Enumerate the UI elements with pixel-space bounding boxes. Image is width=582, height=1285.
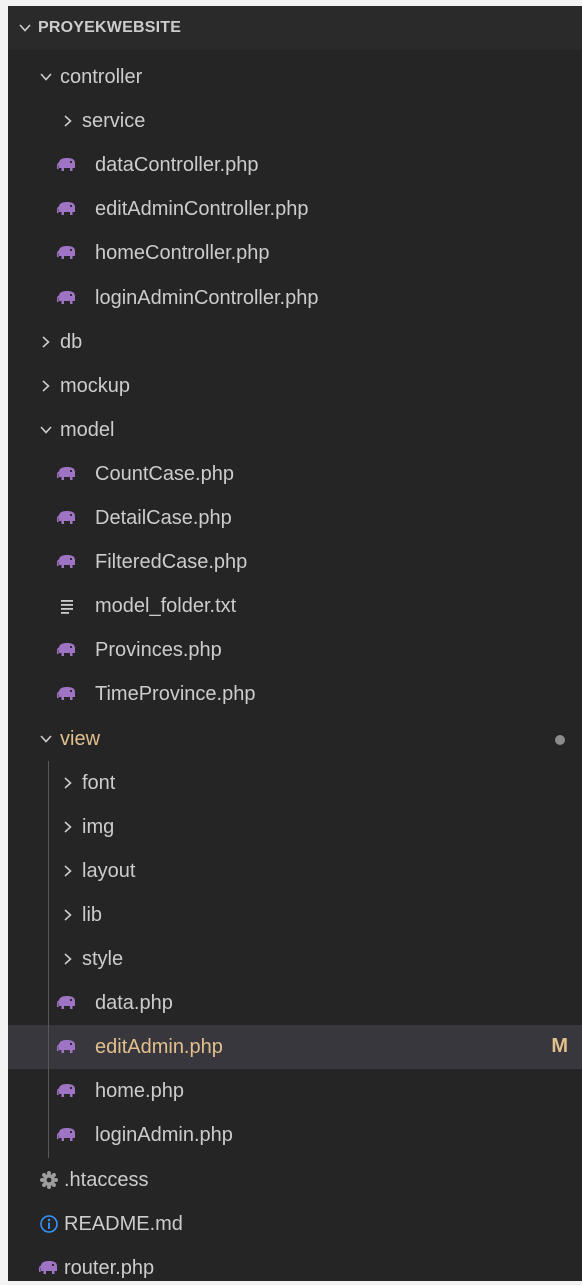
file-label: dataController.php bbox=[95, 154, 259, 176]
folder-item-style[interactable]: style bbox=[8, 937, 582, 981]
folder-item-mockup[interactable]: mockup bbox=[8, 364, 582, 408]
folder-label: db bbox=[60, 331, 83, 353]
file-item[interactable]: homeController.php bbox=[8, 231, 582, 275]
chevron-right-icon bbox=[64, 821, 72, 833]
elephant-icon bbox=[56, 1084, 75, 1097]
file-label: home.php bbox=[95, 1080, 184, 1102]
folder-item-service[interactable]: service bbox=[8, 99, 582, 143]
folder-item-lib[interactable]: lib bbox=[8, 893, 582, 937]
folder-label: service bbox=[82, 110, 146, 132]
elephant-icon bbox=[56, 555, 75, 568]
folder-item-img[interactable]: img bbox=[8, 805, 582, 849]
explorer-root-header[interactable]: PROYEKWEBSITE bbox=[8, 6, 582, 50]
file-item[interactable]: README.md bbox=[8, 1202, 582, 1246]
folder-label: font bbox=[82, 772, 116, 794]
elephant-icon bbox=[56, 511, 75, 524]
file-item[interactable]: data.php bbox=[8, 981, 582, 1025]
folder-item-controller[interactable]: controller bbox=[8, 55, 582, 99]
file-item[interactable]: TimeProvince.php bbox=[8, 672, 582, 716]
file-item[interactable]: editAdmin.php M bbox=[8, 1025, 582, 1069]
explorer-root-title: PROYEKWEBSITE bbox=[38, 19, 182, 36]
file-item[interactable]: loginAdminController.php bbox=[8, 276, 582, 320]
folder-label: controller bbox=[60, 66, 143, 88]
folder-label: mockup bbox=[60, 375, 131, 397]
file-item[interactable]: loginAdmin.php bbox=[8, 1113, 582, 1157]
file-label: editAdmin.php bbox=[95, 1036, 223, 1058]
chevron-right-icon bbox=[64, 777, 72, 789]
chevron-right-icon bbox=[42, 336, 50, 348]
elephant-icon bbox=[56, 1040, 75, 1053]
elephant-icon bbox=[56, 291, 75, 304]
folder-label: model bbox=[60, 419, 115, 441]
file-label: loginAdminController.php bbox=[95, 287, 319, 309]
gear-icon bbox=[40, 1171, 58, 1189]
file-item[interactable]: CountCase.php bbox=[8, 452, 582, 496]
file-item[interactable]: FilteredCase.php bbox=[8, 540, 582, 584]
file-label: Provinces.php bbox=[95, 639, 222, 661]
file-label: loginAdmin.php bbox=[95, 1124, 233, 1146]
file-label: router.php bbox=[64, 1257, 155, 1279]
file-label: homeController.php bbox=[95, 242, 270, 264]
file-item[interactable]: .htaccess bbox=[8, 1158, 582, 1202]
chevron-right-icon bbox=[64, 953, 72, 965]
file-label: model_folder.txt bbox=[95, 595, 237, 617]
chevron-right-icon bbox=[42, 380, 50, 392]
file-label: TimeProvince.php bbox=[95, 683, 256, 705]
elephant-icon bbox=[56, 246, 75, 259]
elephant-icon bbox=[56, 1128, 75, 1141]
elephant-icon bbox=[56, 996, 75, 1009]
modified-dot-indicator bbox=[555, 735, 565, 745]
text-file-icon bbox=[61, 600, 73, 614]
chevron-down-icon bbox=[40, 426, 52, 434]
folder-item-model[interactable]: model bbox=[8, 408, 582, 452]
file-label: CountCase.php bbox=[95, 463, 234, 485]
folder-label: view bbox=[60, 728, 101, 750]
file-item[interactable]: router.php bbox=[8, 1246, 582, 1281]
folder-label: lib bbox=[82, 904, 103, 926]
chevron-down-icon bbox=[19, 24, 31, 32]
file-label: data.php bbox=[95, 992, 173, 1014]
info-icon bbox=[40, 1215, 58, 1233]
file-item[interactable]: editAdminController.php bbox=[8, 187, 582, 231]
folder-item-layout[interactable]: layout bbox=[8, 849, 582, 893]
file-label: editAdminController.php bbox=[95, 198, 309, 220]
folder-label: style bbox=[82, 948, 124, 970]
file-item[interactable]: home.php bbox=[8, 1069, 582, 1113]
chevron-down-icon bbox=[40, 735, 52, 743]
folder-item-db[interactable]: db bbox=[8, 320, 582, 364]
elephant-icon bbox=[56, 687, 75, 700]
folder-item-view[interactable]: view bbox=[8, 717, 582, 761]
folder-label: layout bbox=[82, 860, 136, 882]
elephant-icon bbox=[56, 202, 75, 215]
indent-guide bbox=[48, 761, 49, 1158]
file-label: .htaccess bbox=[64, 1169, 149, 1191]
file-explorer: PROYEKWEBSITE controller service dataContr… bbox=[8, 6, 582, 1281]
folder-item-font[interactable]: font bbox=[8, 761, 582, 805]
file-item[interactable]: model_folder.txt bbox=[8, 584, 582, 628]
folder-label: img bbox=[82, 816, 115, 838]
file-item[interactable]: Provinces.php bbox=[8, 628, 582, 672]
elephant-icon bbox=[56, 643, 75, 656]
git-modified-badge: M bbox=[551, 1035, 568, 1057]
file-item[interactable]: dataController.php bbox=[8, 143, 582, 187]
file-label: FilteredCase.php bbox=[95, 551, 248, 573]
elephant-icon bbox=[38, 1261, 57, 1274]
file-label: DetailCase.php bbox=[95, 507, 232, 529]
elephant-icon bbox=[56, 158, 75, 171]
chevron-right-icon bbox=[64, 909, 72, 921]
chevron-right-icon bbox=[64, 115, 72, 127]
file-label: README.md bbox=[64, 1213, 183, 1235]
elephant-icon bbox=[56, 467, 75, 480]
file-item[interactable]: DetailCase.php bbox=[8, 496, 582, 540]
chevron-right-icon bbox=[64, 865, 72, 877]
chevron-down-icon bbox=[40, 73, 52, 81]
